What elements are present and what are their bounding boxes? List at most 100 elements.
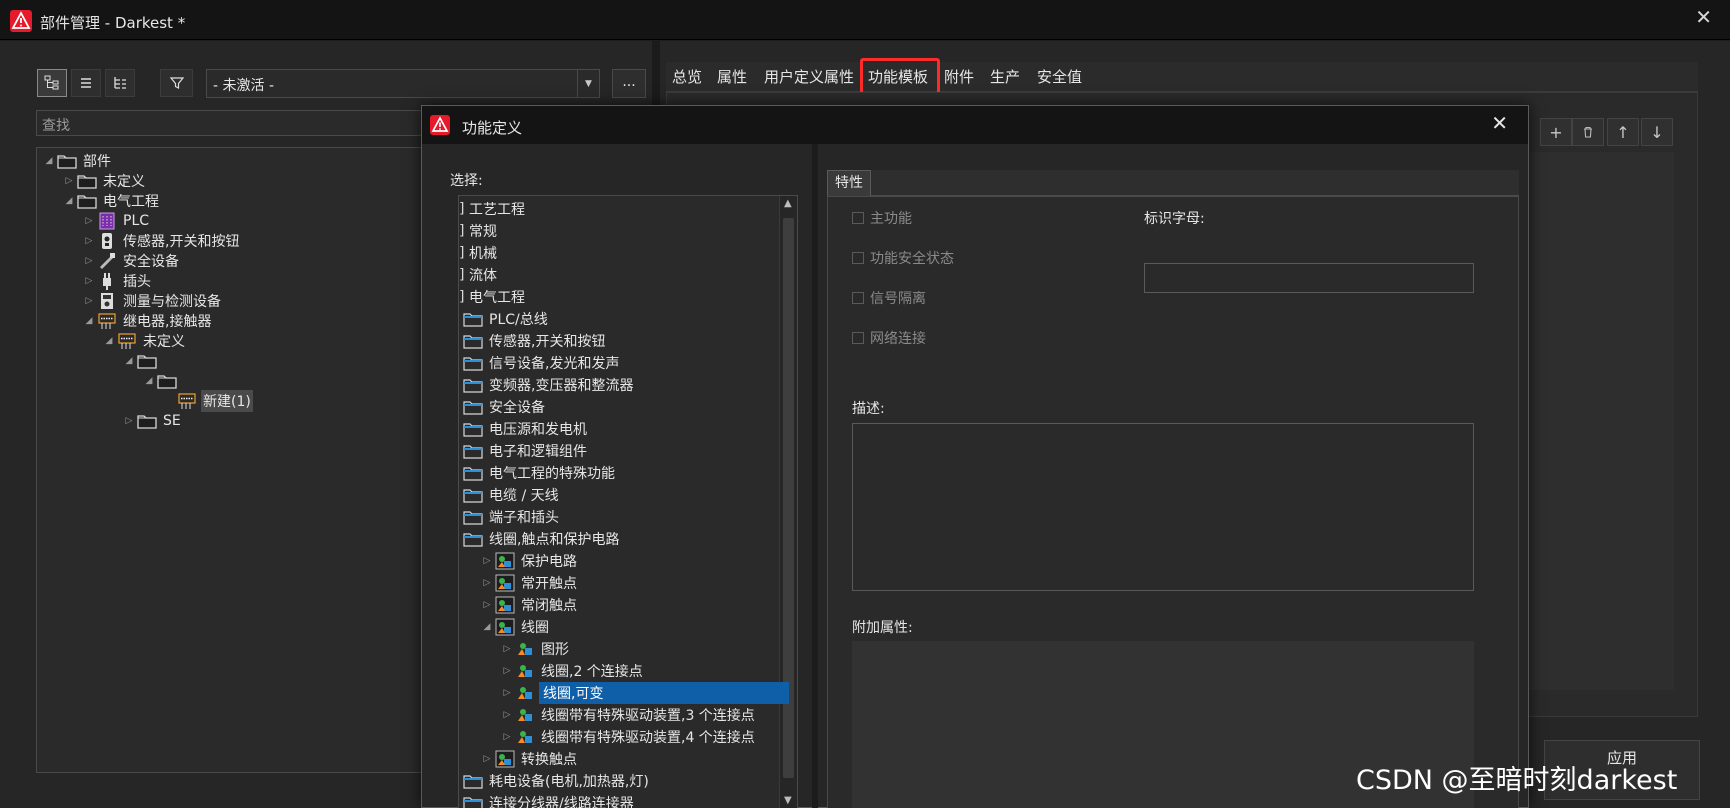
tree-scrollbar[interactable]: ▲ ▼	[779, 196, 797, 808]
tab-item[interactable]: 用户定义属性	[764, 66, 854, 87]
tree-item[interactable]: ▷ SE	[121, 410, 183, 432]
parts-tree[interactable]: ◢ 部件 ▷ 未定义 ◢ 电气工程 ▷ PLC ▷ 传感器,开关和按钮 ▷ 安全设备 ▷ 插头 ▷ 测量与检测…	[36, 147, 436, 773]
function-tree-item[interactable]: 信号设备,发光和发声	[459, 352, 621, 374]
tab-item[interactable]: 附件	[944, 66, 974, 87]
function-tree-item[interactable]: ▷ 保护电路	[479, 550, 579, 572]
function-tree-item[interactable]: ▷ 常闭触点	[479, 594, 579, 616]
move-up-icon[interactable]: ↑	[1607, 118, 1639, 146]
function-tree-item[interactable]: 电子和逻辑组件	[459, 440, 589, 462]
expand-arrow-icon[interactable]: ▷	[121, 416, 137, 426]
tree-item[interactable]: ▷ 测量与检测设备	[81, 290, 223, 312]
function-tree-item[interactable]: ] 电气工程	[459, 286, 527, 308]
function-tree-item[interactable]: 传感器,开关和按钮	[459, 330, 607, 352]
function-tree-item[interactable]: ▷ 常开触点	[479, 572, 579, 594]
expand-arrow-icon[interactable]: ▷	[479, 600, 495, 610]
filter-select[interactable]: - 未激活 - ▼	[206, 69, 600, 98]
hierarchy-view-button[interactable]	[105, 69, 135, 97]
expand-arrow-icon[interactable]: ▷	[499, 710, 515, 720]
expand-arrow-icon[interactable]: ▷	[499, 644, 515, 654]
function-tree-item[interactable]: ] 机械	[459, 242, 499, 264]
checkbox-box[interactable]	[852, 252, 864, 264]
checkbox-box[interactable]	[852, 332, 864, 344]
tab-item[interactable]: 安全值	[1037, 66, 1082, 87]
function-tree-item[interactable]: ] 工艺工程	[459, 198, 527, 220]
tab-item[interactable]: 属性	[717, 66, 747, 87]
expand-arrow-icon[interactable]: ▷	[499, 688, 515, 698]
dialog-splitter[interactable]	[812, 144, 818, 808]
expand-arrow-icon[interactable]: ◢	[479, 622, 495, 632]
function-tree-item[interactable]: ▷ 线圈,2 个连接点	[499, 660, 645, 682]
tab-item[interactable]: 总览	[672, 66, 702, 87]
tab-properties[interactable]: 特性	[827, 170, 871, 196]
tree-item[interactable]: ▷ 传感器,开关和按钮	[81, 230, 241, 252]
search-input[interactable]: 查找	[36, 110, 436, 136]
scroll-down-icon[interactable]: ▼	[784, 795, 792, 806]
function-tree-item[interactable]: 线圈,触点和保护电路	[459, 528, 621, 550]
tree-item[interactable]: 新建(1)	[161, 390, 253, 412]
expand-arrow-icon[interactable]: ◢	[61, 196, 77, 206]
expand-arrow-icon[interactable]: ▷	[499, 666, 515, 676]
function-tree-item[interactable]: ▷ 图形	[499, 638, 571, 660]
function-tree-item[interactable]: ▷ 线圈带有特殊驱动装置,4 个连接点	[499, 726, 757, 748]
function-tree-item[interactable]: 端子和插头	[459, 506, 561, 528]
expand-arrow-icon[interactable]: ▷	[81, 256, 97, 266]
tree-item[interactable]: ◢ 未定义	[101, 330, 187, 352]
window-close-icon[interactable]: ✕	[1695, 5, 1712, 29]
expand-arrow-icon[interactable]: ▷	[499, 732, 515, 742]
filter-button[interactable]	[160, 69, 193, 97]
tab-item[interactable]: 生产	[990, 66, 1020, 87]
tree-item[interactable]: ◢	[141, 370, 185, 392]
expand-arrow-icon[interactable]: ◢	[101, 336, 117, 346]
scroll-up-icon[interactable]: ▲	[784, 198, 792, 209]
function-tree-item[interactable]: ▷ 线圈,可变	[499, 682, 789, 704]
id-letter-input[interactable]	[1144, 263, 1474, 293]
tree-item[interactable]: ▷ 未定义	[61, 170, 147, 192]
tree-item[interactable]: ▷ 安全设备	[81, 250, 181, 272]
checkbox-box[interactable]	[852, 212, 864, 224]
checkbox[interactable]: 信号隔离	[852, 288, 926, 308]
function-tree-item[interactable]: PLC/总线	[459, 308, 550, 330]
filter-more-button[interactable]: ...	[612, 69, 646, 98]
function-tree-item[interactable]: 连接分线器/线路连接器	[459, 792, 636, 808]
expand-arrow-icon[interactable]: ◢	[41, 156, 57, 166]
expand-arrow-icon[interactable]: ▷	[479, 578, 495, 588]
function-tree-item[interactable]: 耗电设备(电机,加热器,灯)	[459, 770, 651, 792]
chevron-down-icon[interactable]: ▼	[577, 70, 599, 97]
expand-arrow-icon[interactable]: ▷	[81, 216, 97, 226]
function-tree-item[interactable]: ▷ 线圈带有特殊驱动装置,3 个连接点	[499, 704, 757, 726]
add-icon[interactable]: +	[1540, 118, 1572, 146]
expand-arrow-icon[interactable]: ▷	[479, 754, 495, 764]
function-tree-item[interactable]: 安全设备	[459, 396, 547, 418]
tree-view-button[interactable]	[37, 69, 67, 97]
checkbox[interactable]: 功能安全状态	[852, 248, 954, 268]
checkbox[interactable]: 网络连接	[852, 328, 926, 348]
tree-item[interactable]: ◢ 电气工程	[61, 190, 161, 212]
expand-arrow-icon[interactable]: ▷	[81, 296, 97, 306]
function-category-tree[interactable]: ▲ ▼ ] 工艺工程] 常规] 机械] 流体] 电气工程 PLC/总线 传感器,开关和按钮 信号…	[458, 195, 798, 808]
description-textarea[interactable]	[852, 423, 1474, 591]
expand-arrow-icon[interactable]: ◢	[121, 356, 137, 366]
tree-item[interactable]: ◢ 继电器,接触器	[81, 310, 213, 332]
list-view-button[interactable]	[71, 69, 101, 97]
tree-item[interactable]: ◢	[121, 350, 165, 372]
function-tree-item[interactable]: ] 常规	[459, 220, 499, 242]
checkbox[interactable]: 主功能	[852, 208, 912, 228]
function-tree-item[interactable]: 电缆 / 天线	[459, 484, 561, 506]
checkbox-box[interactable]	[852, 292, 864, 304]
tree-item[interactable]: ▷ 插头	[81, 270, 153, 292]
expand-arrow-icon[interactable]: ▷	[479, 556, 495, 566]
dialog-close-icon[interactable]: ✕	[1491, 111, 1508, 135]
expand-arrow-icon[interactable]: ▷	[81, 276, 97, 286]
function-tree-item[interactable]: ] 流体	[459, 264, 499, 286]
function-tree-item[interactable]: 变频器,变压器和整流器	[459, 374, 635, 396]
expand-arrow-icon[interactable]: ◢	[141, 376, 157, 386]
function-tree-item[interactable]: 电压源和发电机	[459, 418, 589, 440]
tree-item[interactable]: ◢ 部件	[41, 150, 113, 172]
expand-arrow-icon[interactable]: ◢	[81, 316, 97, 326]
expand-arrow-icon[interactable]: ▷	[81, 236, 97, 246]
delete-icon[interactable]	[1572, 118, 1604, 146]
function-tree-item[interactable]: ◢ 线圈	[479, 616, 551, 638]
expand-arrow-icon[interactable]: ▷	[61, 176, 77, 186]
tree-item[interactable]: ▷ PLC	[81, 210, 151, 232]
function-tree-item[interactable]: 电气工程的特殊功能	[459, 462, 617, 484]
